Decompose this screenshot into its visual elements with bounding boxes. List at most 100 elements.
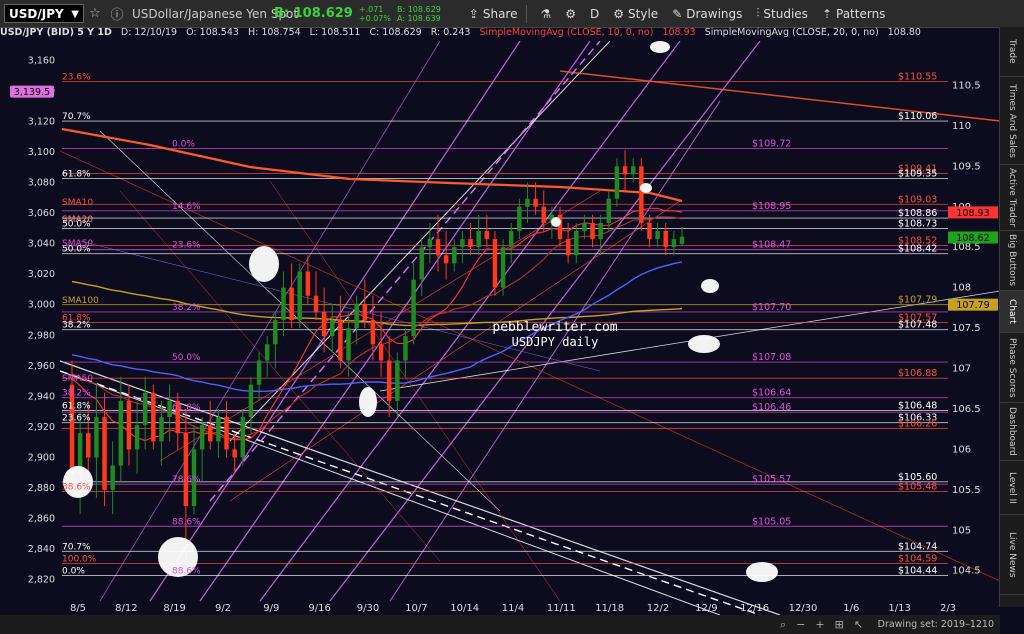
info-sma20-val: 108.80 bbox=[887, 27, 921, 38]
minus-icon[interactable]: − bbox=[796, 618, 805, 632]
period-label: D bbox=[590, 6, 600, 21]
share-icon: ⇪ bbox=[468, 6, 479, 21]
pointer-icon[interactable]: ↖ bbox=[854, 618, 863, 632]
candle-body bbox=[435, 239, 441, 256]
studies-label: Studies bbox=[763, 6, 808, 21]
share-button[interactable]: ⇪ Share bbox=[469, 7, 518, 21]
drawings-label: Drawings bbox=[686, 6, 743, 21]
sma200-line bbox=[61, 127, 683, 203]
right-price-marker-label: 108.93 bbox=[956, 208, 989, 219]
candle-body bbox=[565, 239, 571, 256]
candle-body bbox=[411, 279, 416, 337]
channel-line bbox=[99, 41, 441, 602]
right-tick-label: 107 bbox=[952, 364, 971, 375]
fib-percent-label: 38.6% bbox=[62, 482, 91, 492]
candle-body bbox=[427, 239, 433, 248]
highlight-oval bbox=[249, 246, 279, 282]
sidebar-tab-active-trader[interactable]: Active Trader bbox=[1000, 165, 1024, 231]
fib-percent-label: 70.7% bbox=[62, 542, 91, 552]
candle-body bbox=[622, 166, 628, 175]
studies-button[interactable]: ⫶ Studies bbox=[756, 6, 808, 21]
info-icon[interactable]: ⓘ bbox=[106, 4, 128, 23]
x-tick-label: 2/3 bbox=[940, 603, 956, 614]
patterns-button[interactable]: ⇡ Patterns bbox=[822, 7, 886, 21]
candle-body bbox=[484, 231, 490, 240]
x-tick-label: 11/18 bbox=[595, 603, 624, 614]
left-tick-label: 2,840 bbox=[28, 544, 55, 555]
sidebar-tab-trade[interactable]: Trade bbox=[1000, 27, 1024, 77]
plus-icon[interactable]: + bbox=[815, 618, 824, 632]
candle-body bbox=[370, 320, 376, 345]
flask-button[interactable]: ⚗ bbox=[541, 7, 552, 21]
price-level-label: $108.42 bbox=[898, 244, 937, 255]
candle-body bbox=[492, 239, 498, 288]
right-tick-label: 110 bbox=[952, 121, 971, 132]
watermark-title: USDJPY daily bbox=[512, 335, 599, 349]
candle-body bbox=[273, 320, 278, 345]
fib-percent-label: 50.0% bbox=[172, 353, 201, 363]
pencil-icon: ✎ bbox=[672, 6, 683, 21]
candle-body bbox=[362, 303, 368, 320]
toolbar: USD/JPY ▼ ☆ ⓘ USDollar/Japanese Yen Spot … bbox=[0, 0, 1024, 28]
highlight-oval bbox=[551, 217, 561, 227]
x-tick-label: 9/9 bbox=[263, 603, 279, 614]
sidebar-tab-level-ii[interactable]: Level II bbox=[1000, 461, 1024, 515]
candle-body bbox=[671, 239, 677, 248]
star-icon[interactable]: ☆ bbox=[84, 6, 106, 21]
candle-body bbox=[118, 400, 124, 466]
sma-label: SMA50 bbox=[62, 239, 93, 249]
info-sma10: SimpleMovingAvg (CLOSE, 10, 0, no) bbox=[479, 27, 654, 38]
sidebar-tab-live-news[interactable]: Live News bbox=[1000, 515, 1024, 595]
highlight-oval bbox=[688, 335, 720, 353]
sidebar-tab-big-buttons[interactable]: Big Buttons bbox=[1000, 231, 1024, 291]
fib-percent-label: 0.0% bbox=[172, 140, 195, 150]
right-tick-label: 105.5 bbox=[952, 485, 981, 496]
x-tick-label: 1/6 bbox=[843, 603, 859, 614]
left-tick-label: 2,940 bbox=[28, 391, 55, 402]
watermark-site: pebblewriter.com bbox=[492, 320, 617, 335]
candle-body bbox=[86, 433, 91, 458]
price-chart[interactable]: 23.6%70.7%0.0%61.8%14.6%50.0%23.6%50.0%3… bbox=[0, 41, 1000, 615]
price-level-label: $105.48 bbox=[898, 481, 937, 492]
candle-body bbox=[517, 206, 522, 232]
candle-body bbox=[655, 231, 660, 240]
symbol-selector[interactable]: USD/JPY ▼ bbox=[4, 4, 84, 23]
left-price-marker-label: 3,139.5 bbox=[14, 87, 50, 98]
left-tick-label: 3,120 bbox=[28, 116, 55, 127]
candle-body bbox=[321, 311, 327, 337]
channel-line bbox=[59, 360, 781, 615]
settings-button[interactable]: ⚙ bbox=[565, 7, 576, 21]
sidebar-tab-times-and-sales[interactable]: Times And Sales bbox=[1000, 77, 1024, 165]
info-sma10-val: 108.93 bbox=[662, 27, 696, 38]
candle-body bbox=[354, 303, 359, 329]
info-date: D: 12/10/19 bbox=[120, 27, 178, 38]
period-button[interactable]: D bbox=[590, 7, 599, 21]
left-tick-label: 2,880 bbox=[28, 483, 55, 494]
bid-price: B: 108.629 bbox=[274, 6, 353, 21]
candle-body bbox=[142, 392, 148, 426]
price-level-label: $106.88 bbox=[898, 368, 937, 379]
left-tick-label: 3,040 bbox=[28, 239, 55, 250]
candle-body bbox=[574, 231, 579, 256]
grid-icon[interactable]: ⊞ bbox=[835, 618, 844, 632]
candle-body bbox=[240, 417, 246, 458]
gear-icon: ⚙ bbox=[565, 6, 577, 21]
candle-body bbox=[639, 166, 644, 223]
bid-small: B: 108.629 bbox=[396, 4, 441, 14]
candle-body bbox=[110, 465, 115, 490]
drawings-button[interactable]: ✎ Drawings bbox=[672, 7, 742, 21]
style-button[interactable]: ⚙ Style bbox=[613, 7, 658, 21]
price-level-label: $107.79 bbox=[898, 295, 937, 306]
search-icon[interactable]: ⌕ bbox=[780, 618, 786, 632]
x-tick-label: 10/14 bbox=[450, 603, 479, 614]
candle-body bbox=[216, 417, 221, 442]
sidebar-tab-chart[interactable]: Chart bbox=[1000, 291, 1024, 333]
right-tick-label: 108 bbox=[952, 283, 971, 294]
highlight-oval bbox=[359, 387, 377, 417]
candle-body bbox=[338, 320, 343, 361]
sidebar-tab-phase-scores[interactable]: Phase Scores bbox=[1000, 333, 1024, 403]
channel-line bbox=[119, 190, 441, 562]
candle-body bbox=[224, 417, 229, 450]
price-level-label: $105.05 bbox=[752, 516, 791, 527]
sidebar-tab-dashboard[interactable]: Dashboard bbox=[1000, 403, 1024, 461]
